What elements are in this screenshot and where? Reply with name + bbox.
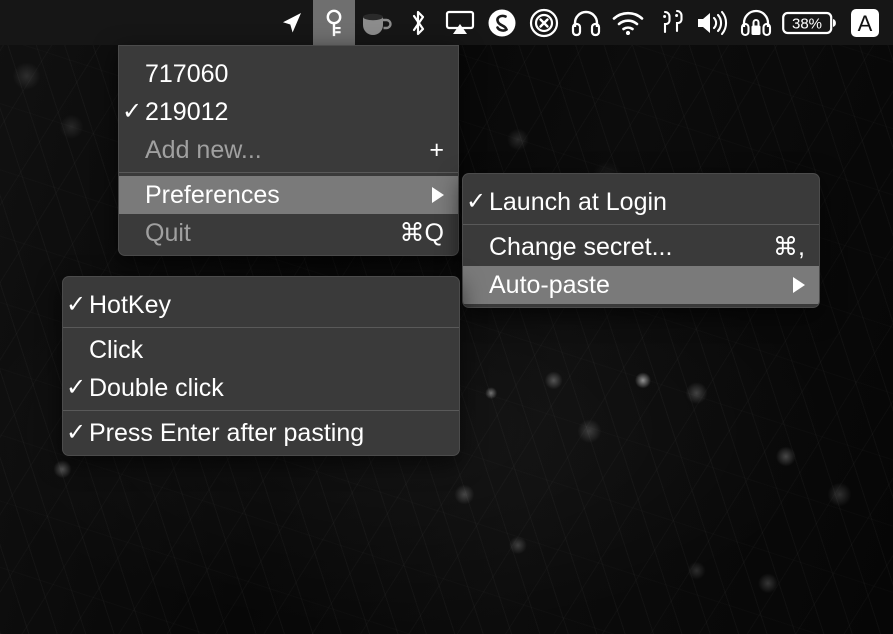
input-source-label: A bbox=[858, 11, 873, 36]
menu-item-click[interactable]: Click bbox=[63, 331, 459, 369]
battery-icon[interactable]: 38% bbox=[777, 0, 843, 45]
menu-item-launch-at-login[interactable]: ✓ Launch at Login bbox=[463, 183, 819, 221]
menu-item-label: 219012 bbox=[145, 97, 229, 126]
menu-item-label: Press Enter after pasting bbox=[89, 418, 365, 447]
checkmark-icon: ✓ bbox=[65, 419, 87, 446]
password-manager-menu: 717060 ✓ 219012 Add new... + Preferences Quit ⌘… bbox=[118, 45, 459, 256]
menu-item-hotkey[interactable]: ✓ HotKey bbox=[63, 286, 459, 324]
menu-item-label: Launch at Login bbox=[489, 187, 667, 216]
menu-item-auto-paste[interactable]: Auto-paste bbox=[463, 266, 819, 304]
menu-item-accessory: ⌘Q bbox=[399, 219, 444, 247]
headphones-icon[interactable] bbox=[565, 0, 607, 45]
location-arrow-icon[interactable] bbox=[271, 0, 313, 45]
volume-icon[interactable] bbox=[691, 0, 735, 45]
menu-item-label: Change secret... bbox=[489, 232, 673, 261]
menu-group: Preferences Quit ⌘Q bbox=[119, 172, 458, 255]
menu-item-accessory: + bbox=[429, 135, 444, 164]
input-source-icon[interactable]: A bbox=[843, 0, 887, 45]
menu-item-change-secret[interactable]: Change secret... ⌘, bbox=[463, 228, 819, 266]
menu-item-add-new[interactable]: Add new... + bbox=[119, 131, 458, 169]
menu-group: ✓ Press Enter after pasting bbox=[63, 410, 459, 455]
airplay-icon[interactable] bbox=[439, 0, 481, 45]
menu-item-717060[interactable]: 717060 bbox=[119, 55, 458, 93]
menu-item-label: HotKey bbox=[89, 290, 171, 319]
menu-item-preferences[interactable]: Preferences bbox=[119, 176, 458, 214]
menu-item-label: Add new... bbox=[145, 135, 262, 164]
submenu-arrow-icon bbox=[793, 277, 805, 293]
bluetooth-icon[interactable] bbox=[397, 0, 439, 45]
key-icon[interactable] bbox=[313, 0, 355, 45]
menu-item-label: 717060 bbox=[145, 59, 229, 88]
auto-paste-submenu: ✓ HotKey Click ✓ Double click ✓ Press Enter af… bbox=[62, 276, 460, 456]
airpods-icon[interactable] bbox=[649, 0, 691, 45]
menu-item-accessory: ⌘, bbox=[773, 233, 805, 261]
battery-percent-label: 38% bbox=[792, 15, 822, 32]
menu-item-quit[interactable]: Quit ⌘Q bbox=[119, 214, 458, 252]
checkmark-icon: ✓ bbox=[65, 291, 87, 318]
checkmark-icon: ✓ bbox=[121, 98, 143, 125]
menu-item-label: Click bbox=[89, 335, 144, 364]
shazam-icon[interactable] bbox=[481, 0, 523, 45]
menu-group: ✓ HotKey bbox=[63, 283, 459, 327]
menu-item-label: Auto-paste bbox=[489, 270, 610, 299]
menu-item-219012[interactable]: ✓ 219012 bbox=[119, 93, 458, 131]
checkmark-icon: ✓ bbox=[465, 188, 487, 215]
menu-bar: 38% A bbox=[0, 0, 893, 45]
headphones-lock-icon[interactable] bbox=[735, 0, 777, 45]
menu-item-press-enter-after-pasting[interactable]: ✓ Press Enter after pasting bbox=[63, 414, 459, 452]
preferences-submenu: ✓ Launch at Login Change secret... ⌘, Auto-p… bbox=[462, 173, 820, 308]
submenu-arrow-icon bbox=[432, 187, 444, 203]
menu-item-label: Quit bbox=[145, 218, 191, 247]
checkmark-icon: ✓ bbox=[65, 374, 87, 401]
menu-item-label: Preferences bbox=[145, 180, 280, 209]
menu-group: Change secret... ⌘, Auto-paste bbox=[463, 224, 819, 307]
menu-group: ✓ Launch at Login bbox=[463, 180, 819, 224]
menu-group: Click ✓ Double click bbox=[63, 327, 459, 410]
x-circle-icon[interactable] bbox=[523, 0, 565, 45]
wifi-icon[interactable] bbox=[607, 0, 649, 45]
menu-group: 717060 ✓ 219012 Add new... + bbox=[119, 52, 458, 172]
menu-item-double-click[interactable]: ✓ Double click bbox=[63, 369, 459, 407]
coffee-cup-icon[interactable] bbox=[355, 0, 397, 45]
menu-item-label: Double click bbox=[89, 373, 224, 402]
